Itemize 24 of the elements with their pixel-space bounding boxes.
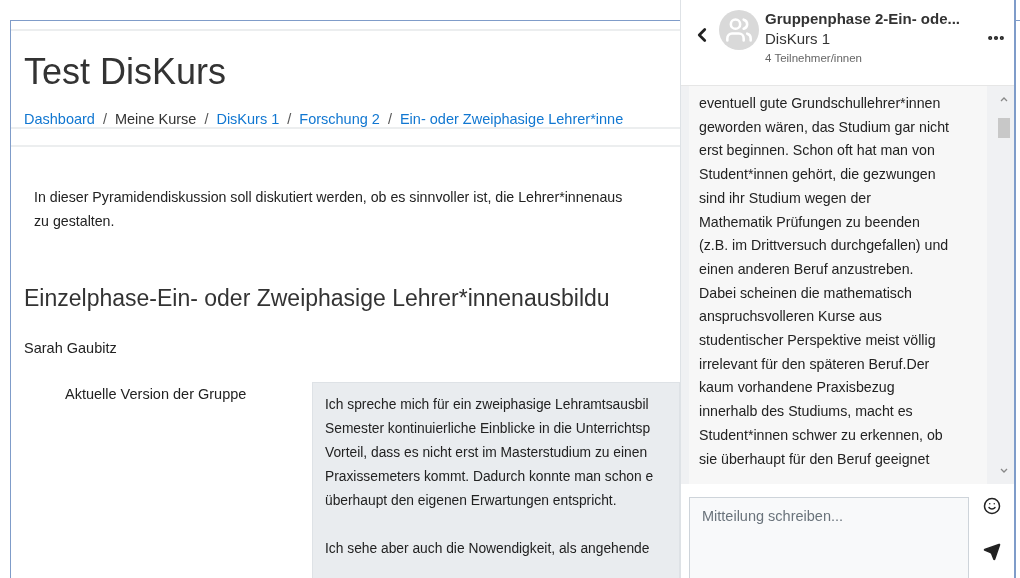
send-icon[interactable]	[983, 543, 1001, 561]
breadcrumb-separator: /	[386, 111, 393, 127]
message-input[interactable]: Mitteilung schreiben...	[689, 497, 969, 578]
chat-message-text: eventuell gute Grundschullehrer*innen geworden wären, das Studium gar nicht erst beginnen. Schon oft hat man von Student*innen gehört, die gezwungen sind ihr Studium wegen der Mathematik Prüfungen zu beenden (z.B. im Drittversuch durchgefallen) und einen anderen Beruf anzustreben. Dabei scheinen die mathematisch anspruchsvolleren Kurse aus studentischer Perspektive meist völlig irrelevant für den späteren Beruf.Der kaum vorhandene Praxisbezug innerhalb des Studiums, macht es Student*innen schwer zu erkennen, ob sie überhaupt für den Beruf geeignet	[689, 86, 987, 484]
breadcrumb-separator: /	[203, 111, 210, 127]
chat-title: Gruppenphase 2-Ein- ode...	[765, 10, 962, 27]
breadcrumb-link[interactable]: Ein- oder Zweiphasige Lehrer*inne	[399, 111, 624, 127]
group-avatar-icon	[719, 10, 759, 50]
page-title: Test DisKurs	[24, 51, 228, 93]
author-name: Sarah Gaubitz	[24, 340, 118, 356]
intro-text: In dieser Pyramidendiskussion soll diskutiert werden, ob es sinnvoller ist, die Lehrer*innenaus zu gestalten.	[34, 188, 624, 231]
participant-count: 4 Teilnehmer/innen	[765, 52, 863, 64]
breadcrumb-current: Meine Kurse	[114, 111, 197, 127]
version-paragraph: Ich sehe aber auch die Nowendigkeit, als angehende	[325, 540, 651, 558]
chat-course: DisKurs 1	[765, 30, 832, 47]
version-paragraph: Ich spreche mich für ein zweiphasige Lehramtsausbil Semester kontinuierliche Einblicke in die Unterrichtsp Vorteil, dass es nicht erst im Masterstudium zu einen Praxissemeters kommt. Dadurch konnte man schon e überhaupt den eigenen Erwartungen entspricht.	[325, 396, 655, 510]
breadcrumb-link[interactable]: Dashboard	[24, 111, 95, 127]
version-label: Aktuelle Version der Gruppe	[64, 385, 248, 404]
section-heading: Einzelphase-Ein- oder Zweiphasige Lehrer*innenausbildu	[24, 285, 611, 312]
breadcrumb-separator: /	[286, 111, 293, 127]
breadcrumb-link[interactable]: DisKurs 1	[216, 111, 280, 127]
breadcrumb-separator: /	[101, 111, 108, 127]
emoji-icon[interactable]	[983, 497, 1001, 515]
breadcrumb-link[interactable]: Forschung 2	[299, 111, 380, 127]
